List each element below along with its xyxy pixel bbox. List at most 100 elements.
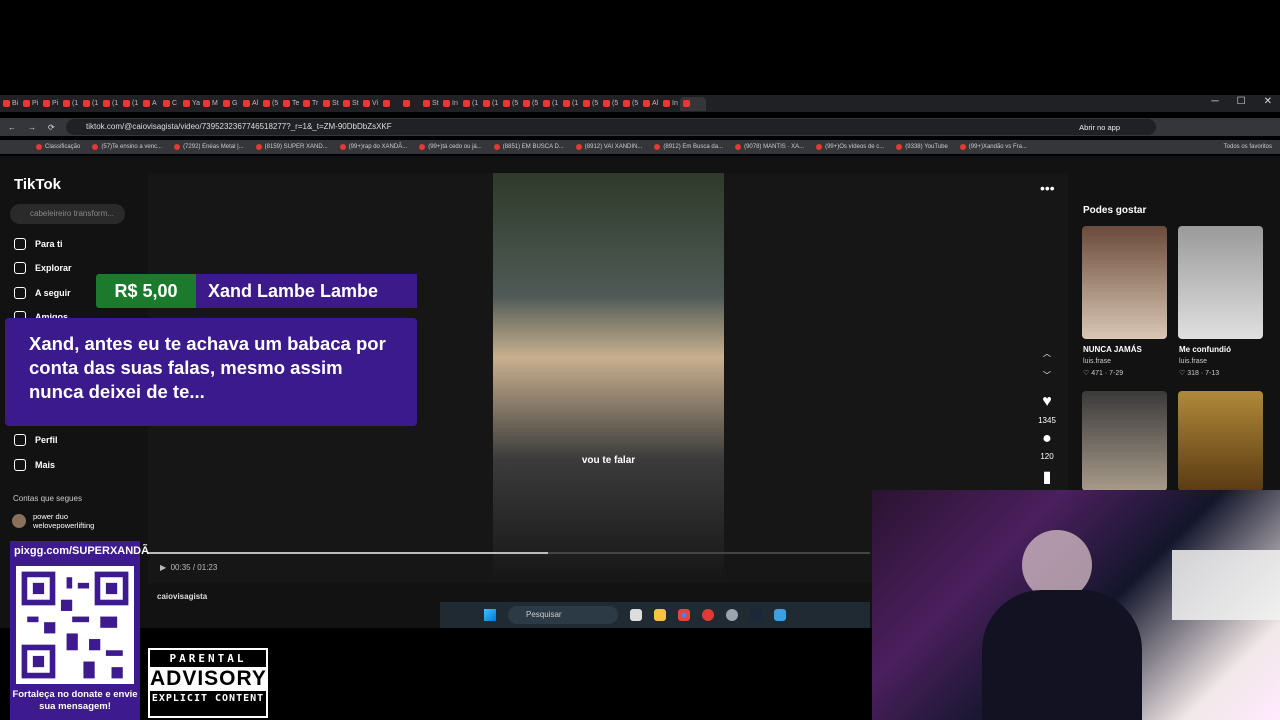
chrome-icon[interactable] <box>678 609 690 621</box>
browser-tab[interactable]: Vi <box>360 97 380 111</box>
following-item[interactable]: power duo welovepowerlifting <box>12 512 94 530</box>
nav-item-perfil[interactable]: Perfil <box>14 434 58 446</box>
reload-icon[interactable]: ⟳ <box>48 123 55 132</box>
browser-tab[interactable]: Al <box>640 97 660 111</box>
browser-tab[interactable]: (1 <box>120 97 140 111</box>
tab-favicon <box>103 100 110 107</box>
browser-tab[interactable]: Pi <box>40 97 60 111</box>
browser-tab[interactable]: (1 <box>460 97 480 111</box>
browser-tab[interactable]: St <box>420 97 440 111</box>
tab-favicon <box>583 100 590 107</box>
browser-tab[interactable]: G <box>220 97 240 111</box>
browser-tab[interactable] <box>400 97 420 111</box>
suggestion-thumb[interactable] <box>1178 226 1263 339</box>
taskbar-search[interactable]: Pesquisar <box>508 606 618 624</box>
browser-tab[interactable]: Ya <box>180 97 200 111</box>
url-field[interactable]: tiktok.com/@caiovisagista/video/73952323… <box>66 119 1156 135</box>
tab-label: (1 <box>112 100 119 107</box>
following-name: power duo <box>33 512 69 521</box>
browser-tab[interactable]: Pi <box>20 97 40 111</box>
suggestion-thumb[interactable] <box>1178 391 1263 491</box>
open-app-button[interactable]: Abrir no app <box>1079 123 1120 132</box>
forward-icon[interactable]: → <box>28 123 36 132</box>
nav-item-explorar[interactable]: Explorar <box>14 262 72 274</box>
minimize-icon[interactable]: ─ <box>1212 96 1219 107</box>
browser-tab[interactable]: St <box>320 97 340 111</box>
bookmark-item[interactable]: (99+)Os vídeos de c... <box>816 144 884 150</box>
browser-tab[interactable]: (5 <box>260 97 280 111</box>
suggestion-thumb[interactable] <box>1082 226 1167 339</box>
maximize-icon[interactable]: ☐ <box>1237 96 1246 107</box>
browser-tab[interactable]: Al <box>240 97 260 111</box>
browser-tab[interactable]: (1 <box>480 97 500 111</box>
browser-tab[interactable] <box>380 97 400 111</box>
browser-tab[interactable]: (5 <box>500 97 520 111</box>
browser-tab[interactable]: In <box>440 97 460 111</box>
folder-icon[interactable] <box>654 609 666 621</box>
browser-tab[interactable]: Te <box>280 97 300 111</box>
tab-favicon <box>543 100 550 107</box>
bookmark-item[interactable]: (9338) YouTube <box>896 144 948 150</box>
bookmark-favicon <box>816 144 823 150</box>
bookmark-label: (9338) YouTube <box>905 144 948 150</box>
browser-tab[interactable]: (1 <box>560 97 580 111</box>
browser-tab[interactable]: (5 <box>620 97 640 111</box>
close-icon[interactable]: ✕ <box>1264 96 1272 107</box>
browser-tab[interactable]: (5 <box>580 97 600 111</box>
browser-tab[interactable]: A <box>140 97 160 111</box>
browser-tab[interactable]: Tr <box>300 97 320 111</box>
task-view-icon[interactable] <box>630 609 642 621</box>
settings-icon[interactable] <box>726 609 738 621</box>
tiktok-logo[interactable]: TikTok <box>14 176 61 193</box>
tab-label: (1 <box>492 100 499 107</box>
heart-icon[interactable]: ♥ <box>1034 393 1060 411</box>
browser-tab[interactable]: (5 <box>520 97 540 111</box>
more-icon[interactable]: ••• <box>1040 180 1055 196</box>
author-name[interactable]: caiovisagista <box>157 592 207 601</box>
bookmark-item[interactable]: (8912) VAI XANDIN... <box>575 144 642 150</box>
back-icon[interactable]: ← <box>8 123 16 132</box>
bookmark-item[interactable]: (99+)rap do XANDÃ... <box>339 144 407 150</box>
bookmark-item[interactable]: (8912) Em Busca da... <box>654 144 723 150</box>
bookmark-favicon <box>735 144 742 150</box>
search-input[interactable]: cabeleireiro transform... <box>10 204 125 224</box>
app-icon[interactable] <box>774 609 786 621</box>
bookmark-favicon <box>896 144 903 150</box>
browser-tab[interactable]: (1 <box>60 97 80 111</box>
browser-tab[interactable]: (1 <box>540 97 560 111</box>
app-icon[interactable] <box>702 609 714 621</box>
all-favorites[interactable]: Todos os favoritos <box>1224 144 1272 150</box>
windows-start-icon[interactable] <box>484 609 496 621</box>
bookmark-item[interactable]: (7292) Enéas Metal |... <box>174 144 244 150</box>
steam-icon[interactable] <box>750 609 762 621</box>
bookmark-item[interactable]: (57)Te ensino a venc... <box>92 144 162 150</box>
tab-label: (5 <box>532 100 539 107</box>
tab-label: (5 <box>632 100 639 107</box>
browser-tab[interactable]: M <box>200 97 220 111</box>
bookmark-item[interactable]: (99+)Xandão vs Fra... <box>959 144 1027 150</box>
comment-icon[interactable]: ● <box>1034 430 1060 448</box>
chevron-up-icon[interactable]: ︿ <box>1034 348 1060 359</box>
donation-amount: R$ 5,00 <box>96 274 196 308</box>
bookmark-item[interactable]: (9078) MANTIS · XA... <box>735 144 804 150</box>
browser-tab[interactable]: St <box>340 97 360 111</box>
bookmark-item[interactable]: (8851) EM BUSCA D... <box>493 144 564 150</box>
browser-tab[interactable]: (1 <box>80 97 100 111</box>
browser-tab[interactable]: C <box>160 97 180 111</box>
browser-tab[interactable]: (5 <box>600 97 620 111</box>
chevron-down-icon[interactable]: ﹀ <box>1034 370 1060 381</box>
browser-tab[interactable] <box>680 96 706 111</box>
video-frame[interactable]: vou te falar <box>493 173 724 583</box>
bookmark-item[interactable]: Classificação <box>36 144 80 150</box>
browser-tab[interactable]: Bi <box>0 97 20 111</box>
following-title: Contas que segues <box>13 494 82 503</box>
nav-item-a-seguir[interactable]: A seguir <box>14 287 71 299</box>
bookmark-item[interactable]: (99+)tá cedo ou já... <box>419 144 482 150</box>
nav-item-para-ti[interactable]: Para ti <box>14 238 63 250</box>
browser-tab[interactable]: (1 <box>100 97 120 111</box>
browser-tab[interactable]: In <box>660 97 680 111</box>
suggestion-thumb[interactable] <box>1082 391 1167 491</box>
bookmark-item[interactable]: (8159) SUPER XAND... <box>255 144 328 150</box>
bookmark-icon[interactable]: ▮ <box>1034 467 1060 487</box>
nav-item-mais[interactable]: Mais <box>14 459 55 471</box>
